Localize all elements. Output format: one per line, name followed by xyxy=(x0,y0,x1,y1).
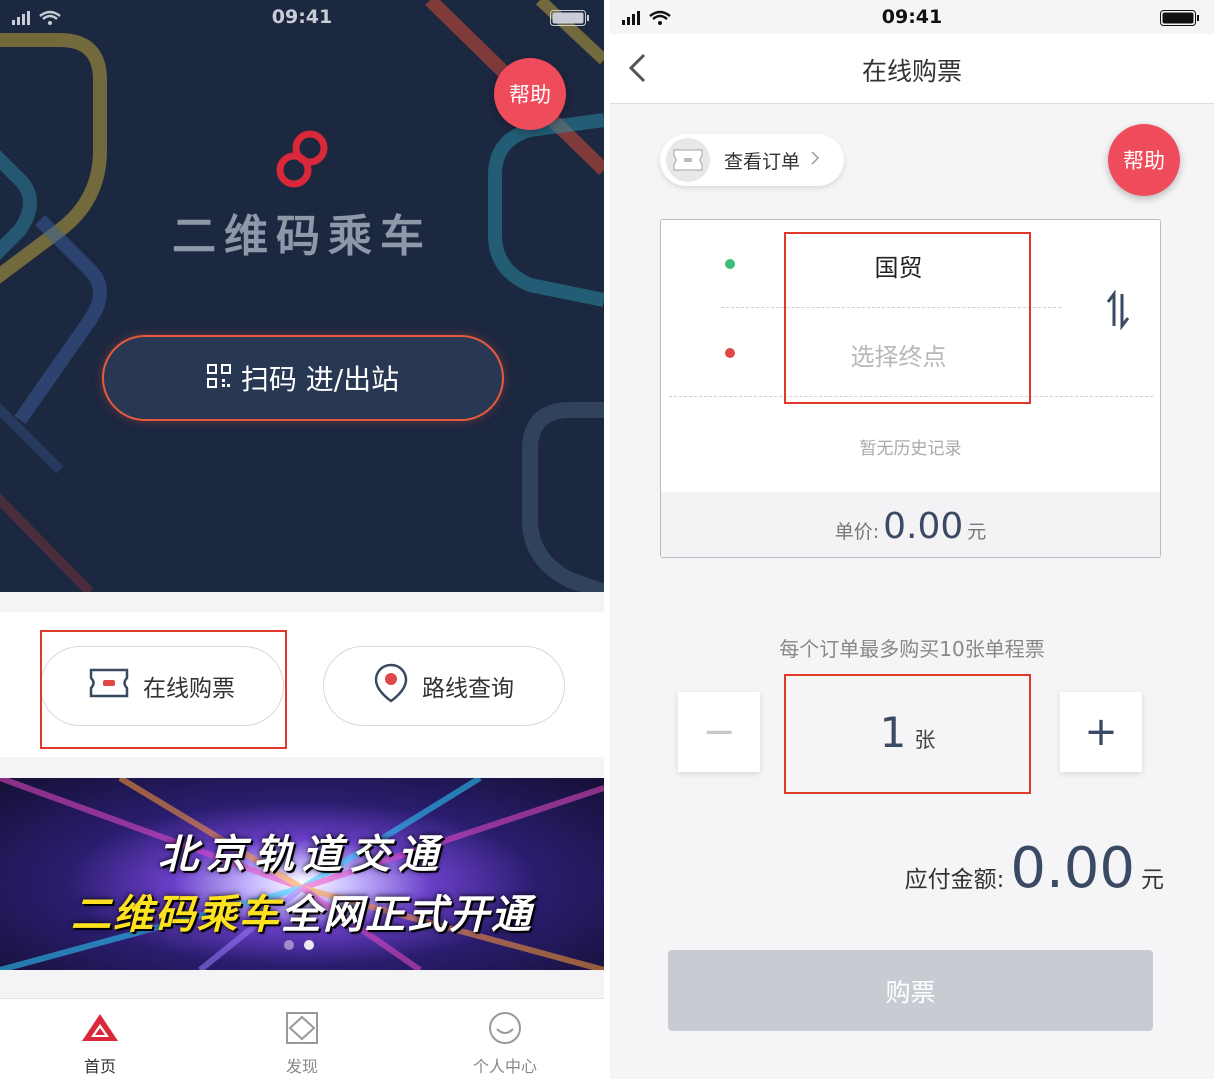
unit-price-label: 单价: xyxy=(834,521,880,543)
route-query-label: 路线查询 xyxy=(422,676,514,702)
hero-section: 09:41 帮助 二维码乘车 扫码 进/出站 xyxy=(0,0,604,592)
total-value: 0.00 xyxy=(1010,836,1135,901)
unit-price-row: 单价: 0.00 元 xyxy=(661,492,1160,557)
destination-dot-icon xyxy=(725,348,735,358)
location-pin-icon xyxy=(374,663,408,709)
status-time: 09:41 xyxy=(271,6,333,28)
divider xyxy=(721,307,1061,308)
bottom-tab-bar: 首页 发现 个人中心 xyxy=(0,998,604,1079)
swap-stations-icon[interactable] xyxy=(1106,289,1130,334)
divider xyxy=(669,396,1153,397)
total-amount-row: 应付金额: 0.00 元 xyxy=(905,836,1164,901)
unit-price-currency: 元 xyxy=(967,521,987,543)
origin-station[interactable]: 国贸 xyxy=(841,248,956,283)
scan-button-label: 扫码 进/出站 xyxy=(240,363,400,396)
banner-line-2-rest: 全网正式开通 xyxy=(281,892,533,938)
total-currency: 元 xyxy=(1141,867,1164,893)
view-orders-label: 查看订单 xyxy=(724,150,801,173)
tab-profile-label: 个人中心 xyxy=(472,1057,537,1076)
status-time: 09:41 xyxy=(881,6,943,28)
home-screen: 09:41 帮助 二维码乘车 扫码 进/出站 在线购票 路线查询 北京轨道交通 … xyxy=(0,0,604,1079)
no-history-text: 暂无历史记录 xyxy=(859,439,962,459)
discover-diamond-icon xyxy=(242,1011,362,1049)
tab-discover-label: 发现 xyxy=(285,1057,318,1076)
qr-code-icon xyxy=(206,362,231,395)
banner-page-dots xyxy=(284,940,314,950)
station-select-card: 国贸 选择终点 暂无历史记录 单价: 0.00 元 xyxy=(660,219,1161,558)
ticket-icon xyxy=(666,138,710,182)
banner-line-1: 北京轨道交通 xyxy=(158,832,446,878)
promo-banner[interactable]: 北京轨道交通 二维码乘车全网正式开通 xyxy=(0,778,604,970)
total-label: 应付金额: xyxy=(904,867,1005,893)
battery-icon xyxy=(1160,9,1200,31)
decrease-quantity-button[interactable]: − xyxy=(678,692,760,772)
scan-entry-exit-button[interactable]: 扫码 进/出站 xyxy=(102,335,504,421)
quantity-value: 1 xyxy=(879,708,907,757)
status-bar: 09:41 xyxy=(610,0,1214,34)
help-button[interactable]: 帮助 xyxy=(494,58,566,130)
view-orders-button[interactable]: 查看订单 xyxy=(660,134,844,186)
status-bar: 09:41 xyxy=(0,0,604,34)
route-query-button[interactable]: 路线查询 xyxy=(323,646,565,726)
destination-input[interactable]: 选择终点 xyxy=(841,337,956,372)
help-button[interactable]: 帮助 xyxy=(1108,124,1180,196)
app-title: 二维码乘车 xyxy=(172,211,432,262)
battery-icon xyxy=(550,9,590,31)
tab-discover[interactable]: 发现 xyxy=(242,1011,362,1077)
banner-dot-active[interactable] xyxy=(304,940,314,950)
increase-quantity-button[interactable]: + xyxy=(1060,692,1142,772)
smiley-face-icon xyxy=(445,1011,565,1049)
banner-line-2: 二维码乘车全网正式开通 xyxy=(0,882,604,940)
app-logo-icon xyxy=(270,128,336,194)
quantity-display: 1张 xyxy=(785,676,1030,791)
unit-price-value: 0.00 xyxy=(883,506,964,547)
banner-line-2-highlight: 二维码乘车 xyxy=(71,892,281,938)
banner-dot[interactable] xyxy=(284,940,294,950)
home-triangle-icon xyxy=(40,1011,160,1049)
purchase-limit-text: 每个订单最多购买10张单程票 xyxy=(779,637,1045,661)
navigation-bar: 在线购票 xyxy=(610,34,1214,104)
origin-dot-icon xyxy=(725,259,735,269)
tab-home[interactable]: 首页 xyxy=(40,1011,160,1077)
ticket-icon xyxy=(89,668,129,704)
online-ticket-label: 在线购票 xyxy=(143,676,235,702)
chevron-right-icon xyxy=(810,149,820,171)
online-ticket-button[interactable]: 在线购票 xyxy=(40,646,284,726)
buy-ticket-button[interactable]: 购票 xyxy=(668,950,1153,1031)
quantity-unit: 张 xyxy=(914,728,936,752)
page-title: 在线购票 xyxy=(861,57,962,86)
quick-actions: 在线购票 路线查询 xyxy=(0,612,604,757)
tab-profile[interactable]: 个人中心 xyxy=(445,1011,565,1077)
online-ticket-screen: 09:41 在线购票 查看订单 帮助 国贸 选择终点 暂无历史记录 单价: 0.0 xyxy=(610,0,1214,1079)
tab-home-label: 首页 xyxy=(83,1057,116,1076)
